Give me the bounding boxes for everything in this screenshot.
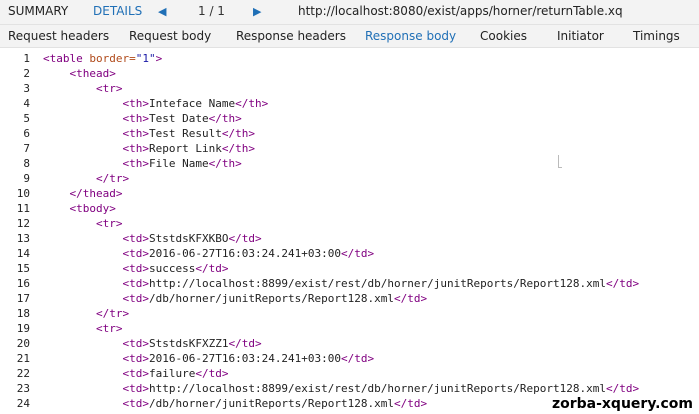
tab-response-body[interactable]: Response body: [365, 29, 456, 43]
code-text: <td>http://localhost:8899/exist/rest/db/…: [122, 277, 640, 290]
line-number: 5: [23, 112, 30, 125]
code-text: <td>success</td>: [122, 262, 229, 275]
text-cursor-icon: [558, 155, 562, 168]
code-text: <td>http://localhost:8899/exist/rest/db/…: [122, 382, 640, 395]
line-number: 3: [23, 82, 30, 95]
tab-cookies[interactable]: Cookies: [480, 29, 527, 43]
line-number: 21: [16, 352, 30, 365]
request-url: http://localhost:8080/exist/apps/horner/…: [298, 4, 623, 18]
line-number: 6: [23, 127, 30, 140]
line-number: 18: [16, 307, 30, 320]
line-number: 2: [23, 67, 30, 80]
line-number: 20: [16, 337, 30, 350]
code-line: 14 <td>2016-06-27T16:03:24.241+03:00</td…: [0, 246, 699, 261]
line-number: 14: [16, 247, 30, 260]
code-text: </thead>: [69, 187, 123, 200]
watermark: zorba-xquery.com: [551, 396, 693, 412]
code-text: </tr>: [95, 172, 130, 185]
tab-response-headers[interactable]: Response headers: [236, 29, 346, 43]
summary-tab[interactable]: SUMMARY: [8, 4, 68, 18]
code-line: 22 <td>failure</td>: [0, 366, 699, 381]
tab-request-body[interactable]: Request body: [129, 29, 211, 43]
code-line: 9 </tr>: [0, 171, 699, 186]
page-indicator: 1 / 1: [198, 4, 225, 18]
code-text: <th>File Name</th>: [122, 157, 242, 170]
code-text: <td>2016-06-27T16:03:24.241+03:00</td>: [122, 247, 375, 260]
code-line: 1 <table border="1">: [0, 51, 699, 66]
code-line: 23 <td>http://localhost:8899/exist/rest/…: [0, 381, 699, 396]
code-text: <td>StstdsKFXKBO</td>: [122, 232, 262, 245]
code-text: <th>Test Date</th>: [122, 112, 242, 125]
code-line: 8 <th>File Name</th>: [0, 156, 699, 171]
code-text: <th>Inteface Name</th>: [122, 97, 269, 110]
code-line: 12 <tr>: [0, 216, 699, 231]
line-number: 22: [16, 367, 30, 380]
line-number: 11: [16, 202, 30, 215]
code-text: <td>/db/horner/junitReports/Report128.xm…: [122, 397, 428, 410]
code-line: 19 <tr>: [0, 321, 699, 336]
details-subtabs: Request headers Request body Response he…: [0, 25, 699, 48]
next-request-icon[interactable]: ▶: [253, 5, 261, 18]
code-text: <tbody>: [69, 202, 116, 215]
code-text: <th>Report Link</th>: [122, 142, 255, 155]
line-number: 8: [23, 157, 30, 170]
line-number: 24: [16, 397, 30, 410]
code-text: <table border="1">: [43, 52, 163, 65]
line-number: 19: [16, 322, 30, 335]
code-line: 10 </thead>: [0, 186, 699, 201]
line-number: 10: [16, 187, 30, 200]
code-line: 7 <th>Report Link</th>: [0, 141, 699, 156]
tab-request-headers[interactable]: Request headers: [8, 29, 109, 43]
code-text: <th>Test Result</th>: [122, 127, 255, 140]
code-line: 4 <th>Inteface Name</th>: [0, 96, 699, 111]
line-number: 13: [16, 232, 30, 245]
tab-timings[interactable]: Timings: [633, 29, 680, 43]
code-line: 21 <td>2016-06-27T16:03:24.241+03:00</td…: [0, 351, 699, 366]
line-number: 23: [16, 382, 30, 395]
line-number: 4: [23, 97, 30, 110]
line-number: 15: [16, 262, 30, 275]
code-line: 20 <td>StstdsKFXZZ1</td>: [0, 336, 699, 351]
code-text: </tr>: [95, 307, 130, 320]
line-number: 17: [16, 292, 30, 305]
line-number: 9: [23, 172, 30, 185]
code-line: 11 <tbody>: [0, 201, 699, 216]
code-line: 6 <th>Test Result</th>: [0, 126, 699, 141]
code-line: 17 <td>/db/horner/junitReports/Report128…: [0, 291, 699, 306]
previous-request-icon[interactable]: ◀: [158, 5, 166, 18]
line-number: 1: [23, 52, 30, 65]
line-number: 12: [16, 217, 30, 230]
code-text: <td>/db/horner/junitReports/Report128.xm…: [122, 292, 428, 305]
details-tab[interactable]: DETAILS: [93, 4, 142, 18]
code-text: <td>failure</td>: [122, 367, 229, 380]
code-line: 15 <td>success</td>: [0, 261, 699, 276]
code-text: <tr>: [95, 322, 123, 335]
code-line: 18 </tr>: [0, 306, 699, 321]
details-toolbar: SUMMARY DETAILS ◀ 1 / 1 ▶ http://localho…: [0, 0, 699, 25]
code-line: 16 <td>http://localhost:8899/exist/rest/…: [0, 276, 699, 291]
code-line: 3 <tr>: [0, 81, 699, 96]
code-text: <td>StstdsKFXZZ1</td>: [122, 337, 262, 350]
code-text: <td>2016-06-27T16:03:24.241+03:00</td>: [122, 352, 375, 365]
line-number: 16: [16, 277, 30, 290]
code-line: 5 <th>Test Date</th>: [0, 111, 699, 126]
tab-initiator[interactable]: Initiator: [557, 29, 604, 43]
code-text: <thead>: [69, 67, 116, 80]
code-line: 13 <td>StstdsKFXKBO</td>: [0, 231, 699, 246]
response-body-viewer[interactable]: 1 <table border="1"> 2 <thead> 3 <tr> 4 <th>…: [0, 48, 699, 414]
code-text: <tr>: [95, 217, 123, 230]
code-text: <tr>: [95, 82, 123, 95]
code-line: 2 <thead>: [0, 66, 699, 81]
line-number: 7: [23, 142, 30, 155]
